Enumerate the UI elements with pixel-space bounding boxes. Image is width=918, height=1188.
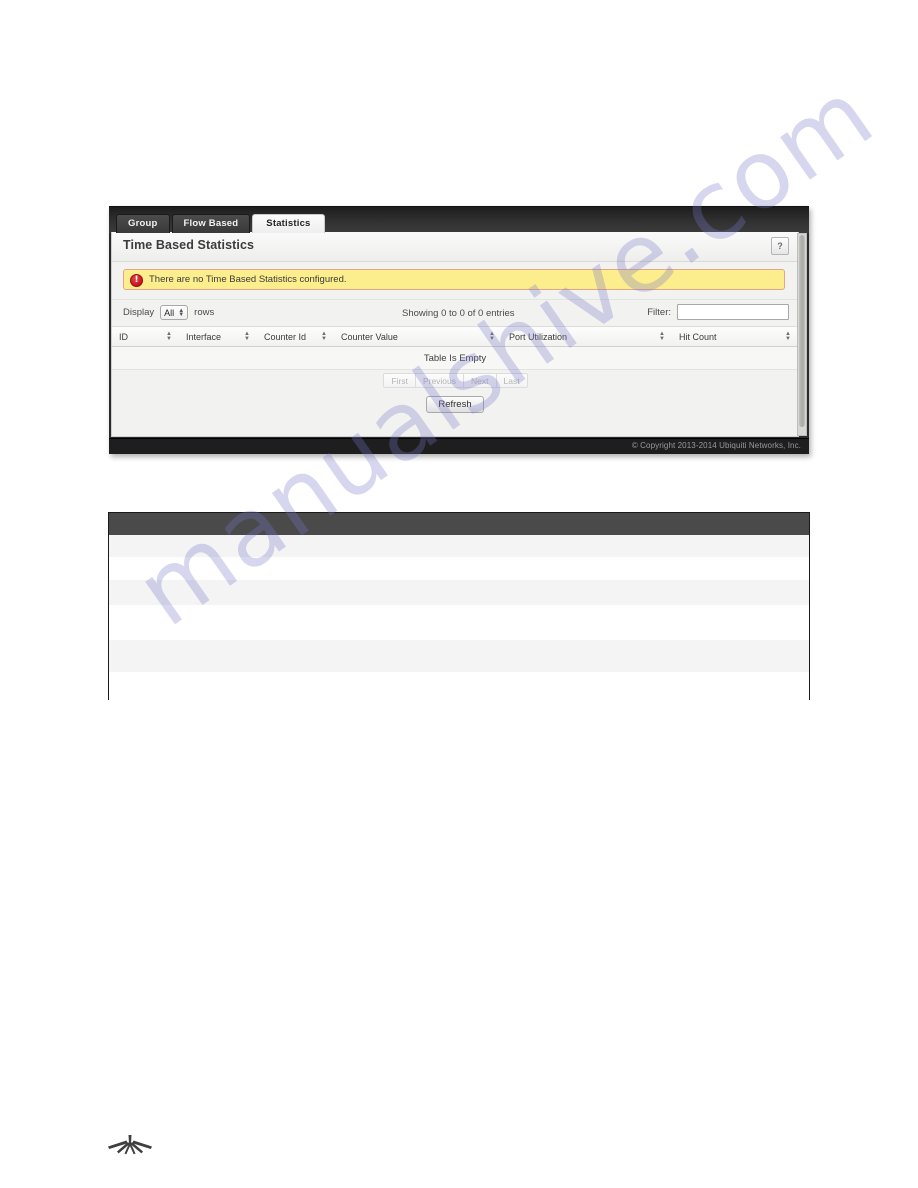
table-row — [109, 535, 809, 557]
filter-input[interactable] — [677, 304, 789, 320]
sort-arrows-icon: ▲ ▼ — [244, 330, 250, 342]
pagination-last-button[interactable]: Last — [495, 373, 528, 388]
table-toolbar: Display All ▲ ▼ rows Showing 0 to 0 of 0 … — [112, 299, 798, 327]
ubiquiti-logo-icon — [104, 1134, 156, 1156]
tab-bar: Group Flow Based Statistics — [116, 214, 327, 233]
lower-empty-table — [108, 512, 810, 700]
tab-label: Statistics — [266, 218, 311, 229]
table-row — [109, 672, 809, 700]
chevron-updown-icon: ▲ ▼ — [178, 307, 185, 318]
vertical-scrollbar[interactable] — [797, 233, 807, 436]
page-title: Time Based Statistics — [123, 238, 255, 252]
alert-banner: There are no Time Based Statistics confi… — [123, 269, 785, 290]
copyright-text: © Copyright 2013-2014 Ubiquiti Networks,… — [631, 441, 801, 450]
pagination-previous-button[interactable]: Previous — [414, 373, 465, 388]
error-circle-icon — [130, 274, 143, 287]
refresh-button-wrap: Refresh — [112, 396, 798, 413]
sort-arrows-icon: ▲ ▼ — [659, 330, 665, 342]
column-label: Interface — [186, 331, 222, 342]
table-row — [109, 605, 809, 640]
filter-group: Filter: — [647, 304, 789, 320]
column-header-interface[interactable]: Interface ▲ ▼ — [179, 327, 257, 346]
pagination-first-button[interactable]: First — [383, 373, 416, 388]
table-row — [109, 580, 809, 605]
rows-per-page-value: All — [164, 307, 175, 318]
column-label: ID — [119, 331, 128, 342]
sort-arrows-icon: ▲ ▼ — [489, 330, 495, 342]
scrollbar-thumb[interactable] — [799, 235, 805, 427]
panel-body: Time Based Statistics ? There are no Tim… — [111, 232, 799, 437]
lower-table-header — [109, 513, 809, 535]
showing-entries-text: Showing 0 to 0 of 0 entries — [402, 308, 515, 319]
column-label: Counter Value — [341, 331, 398, 342]
table-header-row: ID ▲ ▼ Interface ▲ ▼ Counter Id ▲ ▼ Counter… — [112, 326, 798, 347]
sort-arrows-icon: ▲ ▼ — [166, 330, 172, 342]
display-rows-group: Display All ▲ ▼ rows — [123, 305, 214, 320]
table-row — [109, 557, 809, 580]
column-header-hit-count[interactable]: Hit Count ▲ ▼ — [672, 327, 798, 346]
sort-arrows-icon: ▲ ▼ — [785, 330, 791, 342]
rows-per-page-select[interactable]: All ▲ ▼ — [160, 305, 189, 320]
column-header-port-utilization[interactable]: Port Utilization ▲ ▼ — [502, 327, 672, 346]
tab-statistics[interactable]: Statistics — [252, 214, 325, 233]
refresh-button[interactable]: Refresh — [426, 396, 484, 413]
column-header-counter-id[interactable]: Counter Id ▲ ▼ — [257, 327, 334, 346]
tab-group[interactable]: Group — [116, 214, 170, 233]
help-icon[interactable]: ? — [771, 237, 789, 255]
pagination-next-button[interactable]: Next — [463, 373, 497, 388]
alert-message: There are no Time Based Statistics confi… — [149, 274, 347, 285]
column-label: Hit Count — [679, 331, 717, 342]
panel-header: Time Based Statistics ? — [112, 232, 798, 262]
column-header-counter-value[interactable]: Counter Value ▲ ▼ — [334, 327, 502, 346]
tab-label: Flow Based — [183, 218, 239, 229]
statistics-table: ID ▲ ▼ Interface ▲ ▼ Counter Id ▲ ▼ Counter… — [112, 326, 798, 370]
ubiquiti-ui-screenshot: Group Flow Based Statistics Time Based S… — [109, 206, 809, 454]
column-label: Counter Id — [264, 331, 307, 342]
rows-label: rows — [194, 307, 215, 318]
sort-arrows-icon: ▲ ▼ — [321, 330, 327, 342]
pagination: First Previous Next Last — [112, 373, 798, 388]
display-label: Display — [123, 307, 155, 318]
column-label: Port Utilization — [509, 331, 568, 342]
tab-flow-based[interactable]: Flow Based — [171, 214, 251, 233]
table-empty-message: Table Is Empty — [112, 347, 798, 370]
panel-footer: © Copyright 2013-2014 Ubiquiti Networks,… — [109, 438, 809, 454]
filter-label: Filter: — [647, 306, 671, 318]
table-row — [109, 640, 809, 672]
tab-label: Group — [128, 218, 158, 229]
column-header-id[interactable]: ID ▲ ▼ — [112, 327, 179, 346]
